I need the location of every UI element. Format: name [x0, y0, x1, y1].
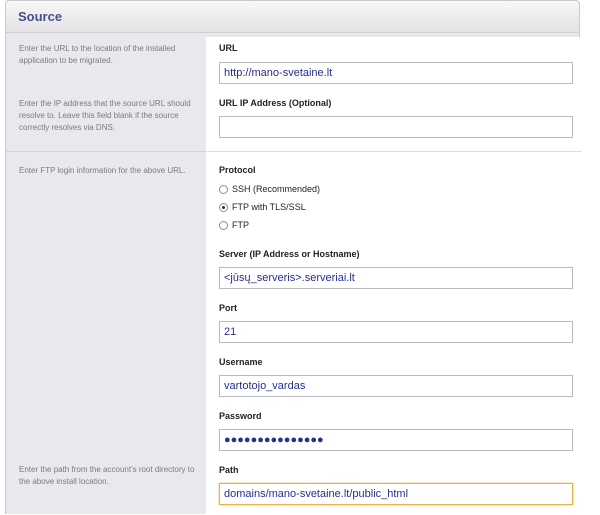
- path-input[interactable]: [219, 483, 573, 505]
- username-label: Username: [219, 357, 263, 367]
- radio-ssh-label: SSH (Recommended): [232, 184, 321, 194]
- password-input[interactable]: [219, 429, 573, 451]
- ip-help-text: Enter the IP address that the source URL…: [19, 99, 191, 132]
- section-title: Source: [18, 9, 63, 24]
- protocol-label: Protocol: [219, 165, 256, 175]
- form-divider: [206, 151, 582, 152]
- ip-label: URL IP Address (Optional): [219, 98, 332, 108]
- protocol-option-ftp[interactable]: FTP: [219, 218, 249, 232]
- source-panel: Source Enter the URL to the location of …: [5, 0, 582, 515]
- url-help-text: Enter the URL to the location of the ins…: [19, 44, 176, 65]
- protocol-option-ssh[interactable]: SSH (Recommended): [219, 182, 320, 196]
- port-input[interactable]: [219, 321, 573, 343]
- server-label: Server (IP Address or Hostname): [219, 249, 360, 259]
- password-label: Password: [219, 411, 262, 421]
- ip-input[interactable]: [219, 116, 573, 138]
- url-label: URL: [219, 43, 238, 53]
- server-input[interactable]: [219, 267, 573, 289]
- port-label: Port: [219, 303, 237, 313]
- radio-ftps[interactable]: [219, 202, 228, 212]
- radio-ssh[interactable]: [219, 184, 228, 194]
- path-label: Path: [219, 465, 239, 475]
- protocol-option-ftps[interactable]: FTP with TLS/SSL: [219, 200, 306, 214]
- radio-ftp[interactable]: [219, 220, 228, 230]
- path-help-text: Enter the path from the account's root d…: [19, 465, 195, 486]
- form-column: URL URL IP Address (Optional) Protocol S…: [206, 37, 582, 515]
- url-input[interactable]: [219, 62, 573, 84]
- radio-ftp-label: FTP: [232, 220, 249, 230]
- help-divider: [6, 151, 211, 152]
- panel-header: Source: [6, 1, 579, 33]
- radio-ftps-label: FTP with TLS/SSL: [232, 202, 306, 212]
- ftp-help-text: Enter FTP login information for the abov…: [19, 166, 186, 175]
- username-input[interactable]: [219, 375, 573, 397]
